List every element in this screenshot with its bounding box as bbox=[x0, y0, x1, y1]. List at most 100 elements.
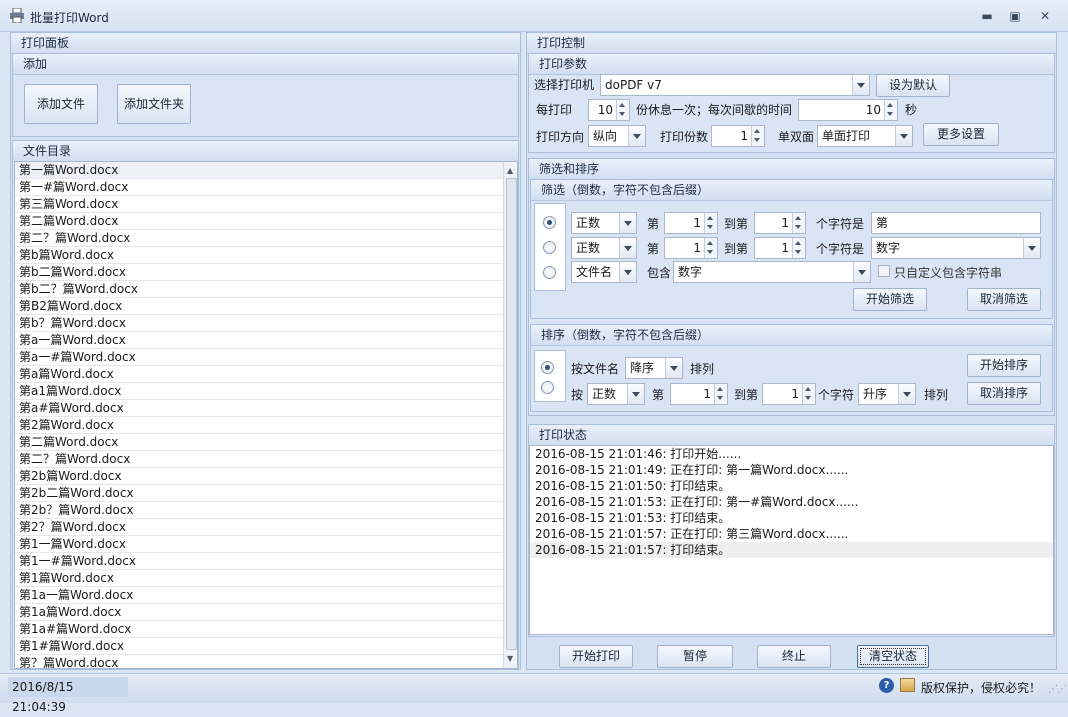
pause-button[interactable]: 暂停 bbox=[657, 645, 733, 668]
spin-arrows-icon[interactable] bbox=[704, 213, 717, 233]
start-sort-button[interactable]: 开始排序 bbox=[967, 354, 1041, 377]
chevron-down-icon[interactable] bbox=[619, 213, 636, 233]
sort-radio-2[interactable] bbox=[541, 381, 554, 394]
file-list-item[interactable]: 第一篇Word.docx bbox=[15, 162, 503, 179]
file-list-item[interactable]: 第2篇Word.docx bbox=[15, 417, 503, 434]
more-settings-button[interactable]: 更多设置 bbox=[923, 123, 999, 146]
spin-arrows-icon[interactable] bbox=[751, 126, 764, 146]
file-list-item[interactable]: 第1a#篇Word.docx bbox=[15, 621, 503, 638]
filter3-mode-select[interactable]: 文件名 bbox=[571, 261, 637, 283]
stop-button[interactable]: 终止 bbox=[757, 645, 831, 668]
file-list-item[interactable]: 第1a篇Word.docx bbox=[15, 604, 503, 621]
spin-arrows-icon[interactable] bbox=[704, 238, 717, 258]
file-list-item[interactable]: 第二篇Word.docx bbox=[15, 434, 503, 451]
resize-grip-icon[interactable]: ⋰⋰ bbox=[1048, 684, 1067, 695]
filter1-from-stepper[interactable]: 1 bbox=[664, 212, 718, 234]
help-icon[interactable]: ? bbox=[879, 678, 894, 693]
file-list-item[interactable]: 第二？篇Word.docx bbox=[15, 230, 503, 247]
chevron-down-icon[interactable] bbox=[628, 126, 645, 146]
chevron-down-icon[interactable] bbox=[898, 384, 915, 404]
chevron-down-icon[interactable] bbox=[853, 262, 870, 282]
cancel-filter-button[interactable]: 取消筛选 bbox=[967, 288, 1041, 311]
file-list-item[interactable]: 第a1篇Word.docx bbox=[15, 383, 503, 400]
filter-radio-1[interactable] bbox=[543, 216, 556, 229]
chevron-down-icon[interactable] bbox=[665, 358, 682, 378]
file-list-item[interactable]: 第b二篇Word.docx bbox=[15, 264, 503, 281]
add-folder-button[interactable]: 添加文件夹 bbox=[117, 84, 191, 124]
duplex-select[interactable]: 单面打印 bbox=[817, 125, 913, 147]
filter2-to-stepper[interactable]: 1 bbox=[754, 237, 806, 259]
file-list-item[interactable]: 第2？篇Word.docx bbox=[15, 519, 503, 536]
copies-stepper[interactable]: 1 bbox=[711, 125, 765, 147]
file-list-item[interactable]: 第1#篇Word.docx bbox=[15, 638, 503, 655]
sort2-to-stepper[interactable]: 1 bbox=[762, 383, 816, 405]
filter-radio-3[interactable] bbox=[543, 266, 556, 279]
filter2-mode-select[interactable]: 正数 bbox=[571, 237, 637, 259]
clear-status-button[interactable]: 清空状态 bbox=[857, 645, 929, 668]
file-list-scrollbar[interactable]: ▲ ▼ bbox=[503, 162, 517, 668]
spin-arrows-icon[interactable] bbox=[792, 238, 805, 258]
set-default-button[interactable]: 设为默认 bbox=[876, 74, 950, 97]
orientation-select[interactable]: 纵向 bbox=[588, 125, 646, 147]
file-list-item[interactable]: 第2b？篇Word.docx bbox=[15, 502, 503, 519]
close-button[interactable]: ✕ bbox=[1036, 8, 1054, 24]
scroll-up-icon[interactable]: ▲ bbox=[507, 166, 513, 175]
chevron-down-icon[interactable] bbox=[619, 238, 636, 258]
sort1-order-select[interactable]: 降序 bbox=[625, 357, 683, 379]
sort-radio-1[interactable] bbox=[541, 361, 554, 374]
status-log[interactable]: 2016-08-15 21:01:46: 打印开始...... 2016-08-1… bbox=[529, 445, 1054, 635]
file-list-item[interactable]: 第一#篇Word.docx bbox=[15, 179, 503, 196]
chevron-down-icon[interactable] bbox=[895, 126, 912, 146]
cancel-sort-button[interactable]: 取消排序 bbox=[967, 382, 1041, 405]
sort2-order-select[interactable]: 升序 bbox=[858, 383, 916, 405]
filter1-mode-select[interactable]: 正数 bbox=[571, 212, 637, 234]
start-filter-button[interactable]: 开始筛选 bbox=[853, 288, 927, 311]
spin-arrows-icon[interactable] bbox=[616, 100, 629, 120]
file-list-item[interactable]: 第二？篇Word.docx bbox=[15, 451, 503, 468]
chevron-down-icon[interactable] bbox=[619, 262, 636, 282]
maximize-button[interactable]: ▣ bbox=[1006, 8, 1024, 24]
file-list[interactable]: 第一篇Word.docx 第一#篇Word.docx 第三篇Word.docx 第二篇… bbox=[14, 161, 518, 669]
every-print-stepper[interactable]: 10 bbox=[588, 99, 630, 121]
file-list-item[interactable]: 第？篇Word.docx bbox=[15, 655, 503, 668]
spin-arrows-icon[interactable] bbox=[802, 384, 815, 404]
file-list-item[interactable]: 第三篇Word.docx bbox=[15, 196, 503, 213]
printer-select[interactable]: doPDF v7 bbox=[600, 74, 870, 96]
custom-only-checkbox[interactable] bbox=[878, 265, 890, 277]
filter1-value-input[interactable]: 第 bbox=[871, 212, 1041, 234]
filter1-to-stepper[interactable]: 1 bbox=[754, 212, 806, 234]
file-list-item[interactable]: 第B2篇Word.docx bbox=[15, 298, 503, 315]
spin-arrows-icon[interactable] bbox=[792, 213, 805, 233]
filter3-value-select[interactable]: 数字 bbox=[673, 261, 871, 283]
file-list-item[interactable]: 第a#篇Word.docx bbox=[15, 400, 503, 417]
file-list-item[interactable]: 第1一#篇Word.docx bbox=[15, 553, 503, 570]
sort2-from-stepper[interactable]: 1 bbox=[670, 383, 728, 405]
file-list-item[interactable]: 第a一篇Word.docx bbox=[15, 332, 503, 349]
minimize-button[interactable]: ▬ bbox=[978, 8, 996, 24]
chevron-down-icon[interactable] bbox=[1023, 238, 1040, 258]
spin-arrows-icon[interactable] bbox=[714, 384, 727, 404]
file-list-item[interactable]: 第b篇Word.docx bbox=[15, 247, 503, 264]
chevron-down-icon[interactable] bbox=[852, 75, 869, 95]
file-list-item[interactable]: 第1一篇Word.docx bbox=[15, 536, 503, 553]
filter2-from-stepper[interactable]: 1 bbox=[664, 237, 718, 259]
file-list-item[interactable]: 第2b篇Word.docx bbox=[15, 468, 503, 485]
file-list-item[interactable]: 第b？篇Word.docx bbox=[15, 315, 503, 332]
filter-radio-2[interactable] bbox=[543, 241, 556, 254]
filter2-value-select[interactable]: 数字 bbox=[871, 237, 1041, 259]
file-list-item[interactable]: 第a一#篇Word.docx bbox=[15, 349, 503, 366]
file-list-item[interactable]: 第二篇Word.docx bbox=[15, 213, 503, 230]
file-list-item[interactable]: 第2b二篇Word.docx bbox=[15, 485, 503, 502]
spin-arrows-icon[interactable] bbox=[884, 100, 897, 120]
start-print-button[interactable]: 开始打印 bbox=[559, 645, 633, 668]
add-file-button[interactable]: 添加文件 bbox=[24, 84, 98, 124]
sort2-mode-select[interactable]: 正数 bbox=[587, 383, 645, 405]
file-list-item[interactable]: 第b二？篇Word.docx bbox=[15, 281, 503, 298]
scrollbar-thumb[interactable] bbox=[506, 178, 517, 650]
file-list-item[interactable]: 第1篇Word.docx bbox=[15, 570, 503, 587]
scroll-down-icon[interactable]: ▼ bbox=[507, 654, 513, 663]
chevron-down-icon[interactable] bbox=[627, 384, 644, 404]
interval-stepper[interactable]: 10 bbox=[798, 99, 898, 121]
file-list-item[interactable]: 第1a一篇Word.docx bbox=[15, 587, 503, 604]
file-list-item[interactable]: 第a篇Word.docx bbox=[15, 366, 503, 383]
